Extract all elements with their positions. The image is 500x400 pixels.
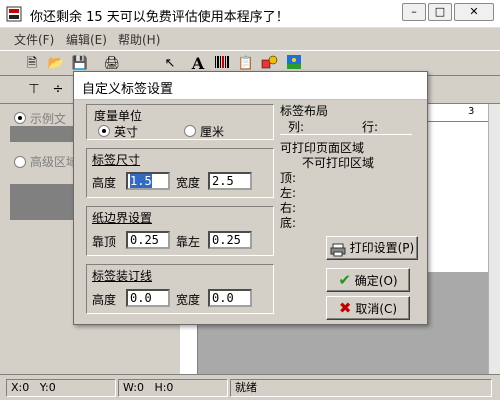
status-coordinates: X:0 Y:0 (6, 379, 116, 397)
advanced-preview (10, 184, 76, 220)
cancel-label: 取消(C) (355, 302, 398, 316)
minimize-button[interactable]: – (402, 3, 426, 21)
rows-label: 行: (362, 120, 379, 134)
nonprintable-area-label: 不可打印区域 (302, 156, 375, 170)
menu-file[interactable]: 文件(F) (14, 31, 54, 48)
sample-text-radio[interactable] (14, 112, 26, 124)
margin-left-label: 靠左 (176, 235, 201, 249)
cancel-button[interactable]: ✖ 取消(C) (326, 296, 410, 320)
dialog-titlebar: 自定义标签设置 (74, 72, 427, 100)
margins-title: 纸边界设置 (92, 211, 153, 225)
window-title: 你还剩余 15 天可以免费评估使用本程序了！ (30, 10, 289, 25)
ok-label: 确定(O) (354, 274, 398, 288)
margin-top-input[interactable]: 0.25 (126, 231, 170, 249)
new-file-icon[interactable]: 🗎 (22, 54, 42, 74)
sample-text-label: 示例文 (30, 112, 67, 126)
label-height-value: 1.5 (130, 174, 152, 188)
x-icon: ✖ (338, 299, 352, 317)
window-titlebar: 你还剩余 15 天可以免费评估使用本程序了！ – □ ✕ (0, 0, 500, 28)
menubar: 文件(F) 编辑(E) 帮助(H) (0, 28, 500, 50)
units-title: 度量单位 (94, 109, 143, 123)
label-settings-dialog: 自定义标签设置 度量单位 英寸 厘米 标签尺寸 高度 1.5 宽度 2.5 纸边… (73, 71, 428, 325)
margin-bottom-info: 底: (280, 216, 297, 230)
columns-label: 列: (288, 120, 305, 134)
status-w: W:0 (123, 381, 144, 394)
dialog-title: 自定义标签设置 (82, 82, 174, 97)
height-label: 高度 (92, 176, 117, 190)
ruler-number: 3 (468, 106, 475, 117)
app-icon (6, 6, 22, 22)
print-setup-button[interactable]: 打印设置(P) (326, 236, 418, 260)
menu-edit[interactable]: 编辑(E) (66, 31, 107, 48)
margin-left-input[interactable]: 0.25 (208, 231, 252, 249)
inch-radio[interactable] (98, 125, 110, 137)
layout-divider (280, 134, 412, 135)
ok-button[interactable]: ✔ 确定(O) (326, 268, 410, 292)
open-folder-icon[interactable]: 📂 (46, 54, 66, 74)
binding-height-label: 高度 (92, 293, 117, 307)
advanced-zone-radio[interactable] (14, 156, 26, 168)
print-setup-label: 打印设置(P) (349, 241, 415, 255)
cm-radio[interactable] (184, 125, 196, 137)
binding-width-input[interactable]: 0.0 (208, 289, 252, 307)
maximize-button[interactable]: □ (428, 3, 452, 21)
binding-height-input[interactable]: 0.0 (126, 289, 170, 307)
printer-icon (330, 242, 346, 256)
status-size: W:0 H:0 (118, 379, 228, 397)
status-h: H:0 (154, 381, 174, 394)
vertical-scrollbar[interactable] (488, 104, 500, 374)
status-bar: X:0 Y:0 W:0 H:0 就绪 (0, 374, 500, 400)
inch-label: 英寸 (114, 125, 139, 139)
binding-title: 标签装订线 (92, 269, 153, 283)
label-size-title: 标签尺寸 (92, 153, 141, 167)
advanced-zone-label: 高级区域 (30, 155, 79, 169)
status-y: Y:0 (39, 381, 56, 394)
checkmark-icon: ✔ (338, 271, 351, 289)
status-state: 就绪 (230, 379, 492, 397)
label-height-input[interactable]: 1.5 (126, 172, 170, 190)
align-middle-icon[interactable]: ÷ (48, 80, 68, 100)
close-button[interactable]: ✕ (454, 3, 494, 21)
margin-top-label: 靠顶 (92, 235, 117, 249)
align-top-icon[interactable]: ⊤ (24, 80, 44, 100)
left-panel: 示例文 高级区域 (0, 104, 79, 374)
layout-title: 标签布局 (280, 104, 329, 118)
status-x: X:0 (11, 381, 30, 394)
menu-help[interactable]: 帮助(H) (118, 31, 160, 48)
width-label: 宽度 (176, 176, 201, 190)
binding-width-label: 宽度 (176, 293, 201, 307)
label-width-input[interactable]: 2.5 (208, 172, 252, 190)
sample-preview (10, 126, 76, 142)
cm-label: 厘米 (200, 125, 225, 139)
